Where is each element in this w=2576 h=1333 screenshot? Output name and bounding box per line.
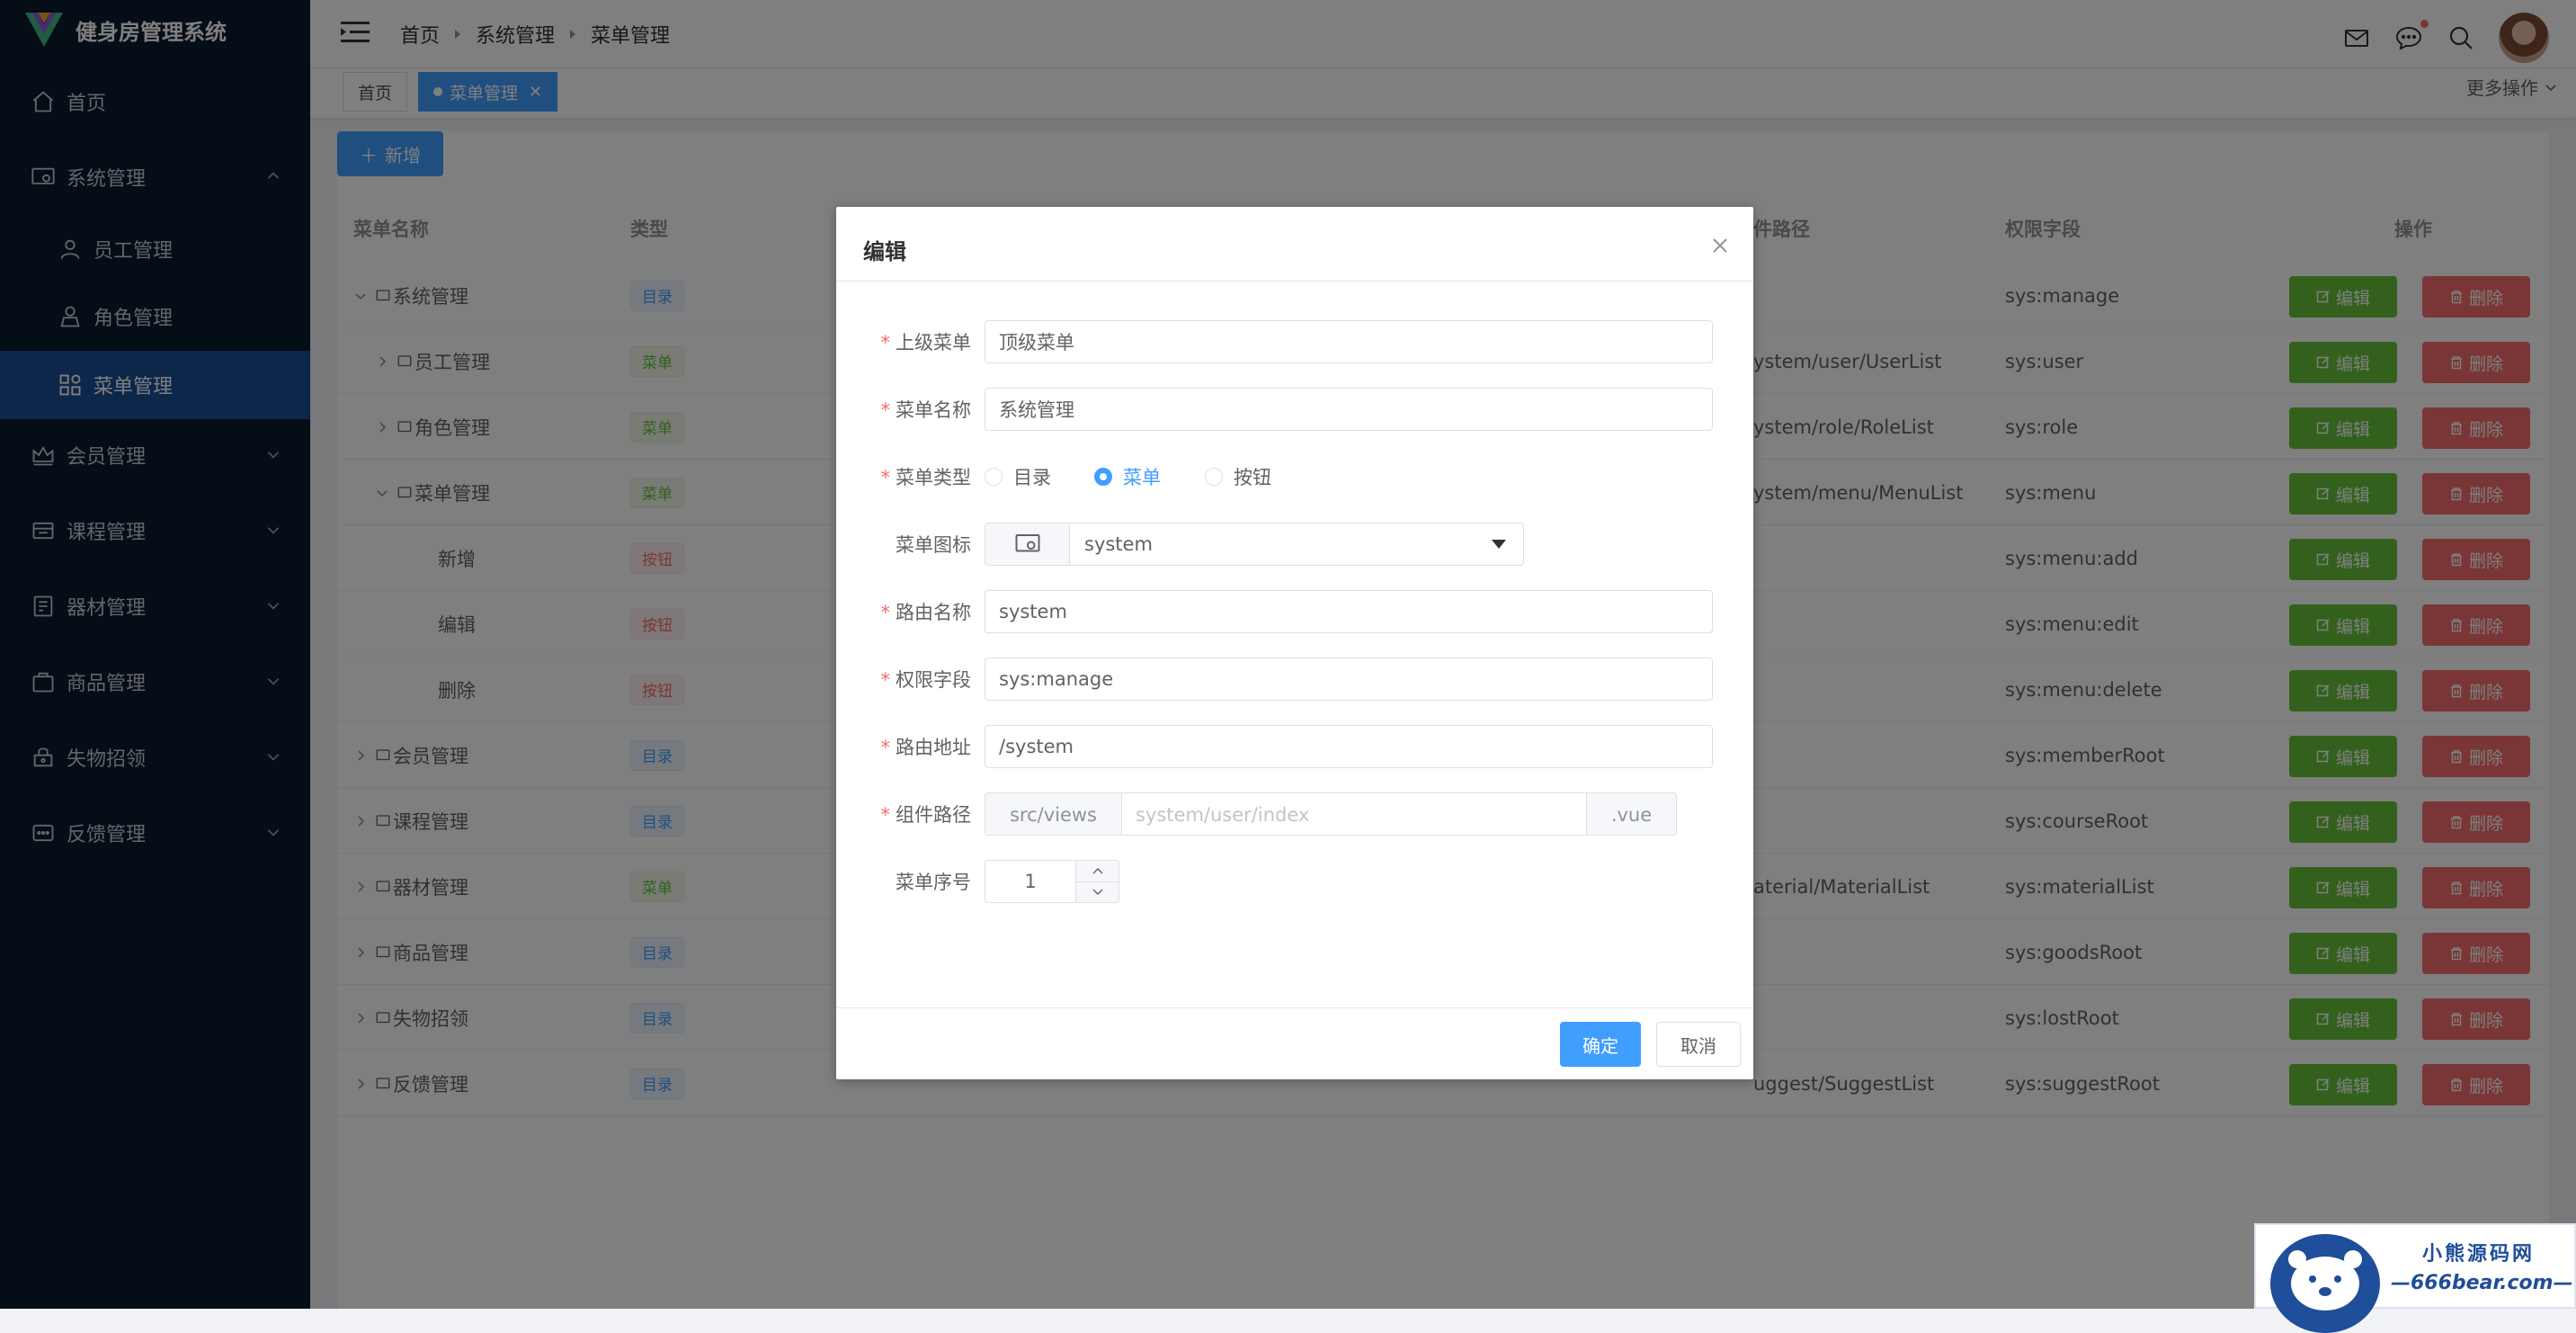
- component-suffix: .vue: [1586, 793, 1676, 835]
- form-row-type: * 菜单类型 目录 菜单 按钮: [836, 454, 1753, 499]
- watermark-title: 小熊源码网: [2422, 1243, 2536, 1266]
- dialog-title: 编辑: [863, 239, 906, 264]
- parent-menu-select[interactable]: 顶级菜单: [985, 320, 1713, 363]
- component-path-input[interactable]: system/user/index: [1122, 793, 1586, 835]
- form-row-order: 菜单序号 1: [836, 859, 1753, 904]
- route-path-label: * 路由地址: [880, 737, 972, 758]
- icon-preview: [985, 523, 1070, 565]
- label-text: 路由地址: [896, 737, 971, 758]
- order-label: 菜单序号: [896, 868, 971, 895]
- route-name-input[interactable]: system: [985, 590, 1713, 633]
- label-text: 菜单名称: [896, 399, 971, 421]
- confirm-button[interactable]: 确定: [1560, 1022, 1641, 1067]
- route-name-label: * 路由名称: [880, 602, 972, 623]
- route-name-value: system: [999, 601, 1067, 622]
- form-row-route-name: * 路由名称 system: [836, 589, 1753, 634]
- route-path-input[interactable]: /system: [985, 725, 1713, 768]
- radio-circle: [985, 468, 1003, 486]
- radio-directory[interactable]: 目录: [985, 463, 1051, 490]
- name-label: * 菜单名称: [880, 399, 972, 421]
- radio-label: 目录: [1013, 467, 1051, 488]
- divider: [836, 281, 1753, 282]
- decrement-button[interactable]: [1076, 882, 1119, 903]
- radio-label: 按钮: [1234, 467, 1271, 488]
- edit-dialog: 编辑 * 上级菜单 顶级菜单 * 菜单名称 系统管理 * 菜单类型 目录 菜单 按钮 …: [836, 207, 1753, 1079]
- label-text: 菜单图标: [896, 534, 971, 556]
- label-text: 上级菜单: [896, 332, 971, 353]
- menu-name-input[interactable]: 系统管理: [985, 388, 1713, 431]
- label-text: 组件路径: [896, 804, 971, 826]
- divider: [836, 1007, 1753, 1008]
- radio-circle-checked: [1094, 468, 1112, 486]
- form-row-name: * 菜单名称 系统管理: [836, 387, 1753, 432]
- bear-face-icon: [2288, 1250, 2362, 1311]
- form-row-parent: * 上级菜单 顶级菜单: [836, 319, 1753, 364]
- form-row-component: * 组件路径 src/views system/user/index .vue: [836, 792, 1753, 836]
- menu-name-value: 系统管理: [999, 399, 1074, 421]
- icon-label: 菜单图标: [896, 531, 971, 558]
- caret-down-icon: [1492, 540, 1506, 549]
- chevron-up-icon: [1092, 867, 1102, 874]
- close-icon[interactable]: [1710, 236, 1730, 255]
- radio-label: 菜单: [1123, 467, 1161, 488]
- type-label: * 菜单类型: [880, 467, 972, 488]
- icon-select[interactable]: system: [985, 523, 1524, 566]
- increment-button[interactable]: [1076, 861, 1119, 882]
- icon-select-value: system: [1084, 533, 1153, 555]
- parent-label: * 上级菜单: [880, 332, 972, 353]
- radio-menu[interactable]: 菜单: [1094, 463, 1161, 490]
- bear-mascot: [2270, 1234, 2380, 1333]
- radio-button[interactable]: 按钮: [1205, 463, 1271, 490]
- system-icon: [1015, 534, 1039, 552]
- label-text: 权限字段: [896, 669, 971, 691]
- cancel-button[interactable]: 取消: [1656, 1022, 1741, 1067]
- order-value: 1: [1024, 871, 1037, 892]
- watermark-url: —666bear.com—: [2391, 1272, 2573, 1294]
- component-prefix: src/views: [985, 793, 1122, 835]
- permission-value: sys:manage: [999, 668, 1114, 690]
- watermark-logo: 小熊源码网 —666bear.com—: [2254, 1223, 2576, 1333]
- permission-input[interactable]: sys:manage: [985, 658, 1713, 701]
- component-path-group: src/views system/user/index .vue: [985, 792, 1677, 836]
- radio-circle: [1205, 468, 1223, 486]
- route-path-value: /system: [999, 736, 1074, 757]
- perm-label: * 权限字段: [880, 669, 972, 691]
- form-row-icon: 菜单图标 system: [836, 522, 1753, 567]
- label-text: 菜单类型: [896, 467, 971, 488]
- parent-menu-value: 顶级菜单: [999, 332, 1074, 353]
- order-stepper[interactable]: 1: [985, 860, 1119, 903]
- label-text: 路由名称: [896, 602, 971, 623]
- stepper-controls: [1075, 861, 1119, 903]
- label-text: 菜单序号: [896, 872, 971, 893]
- component-label: * 组件路径: [880, 804, 972, 826]
- form-row-route-path: * 路由地址 /system: [836, 724, 1753, 769]
- form-row-perm: * 权限字段 sys:manage: [836, 657, 1753, 702]
- chevron-down-icon: [1092, 889, 1102, 896]
